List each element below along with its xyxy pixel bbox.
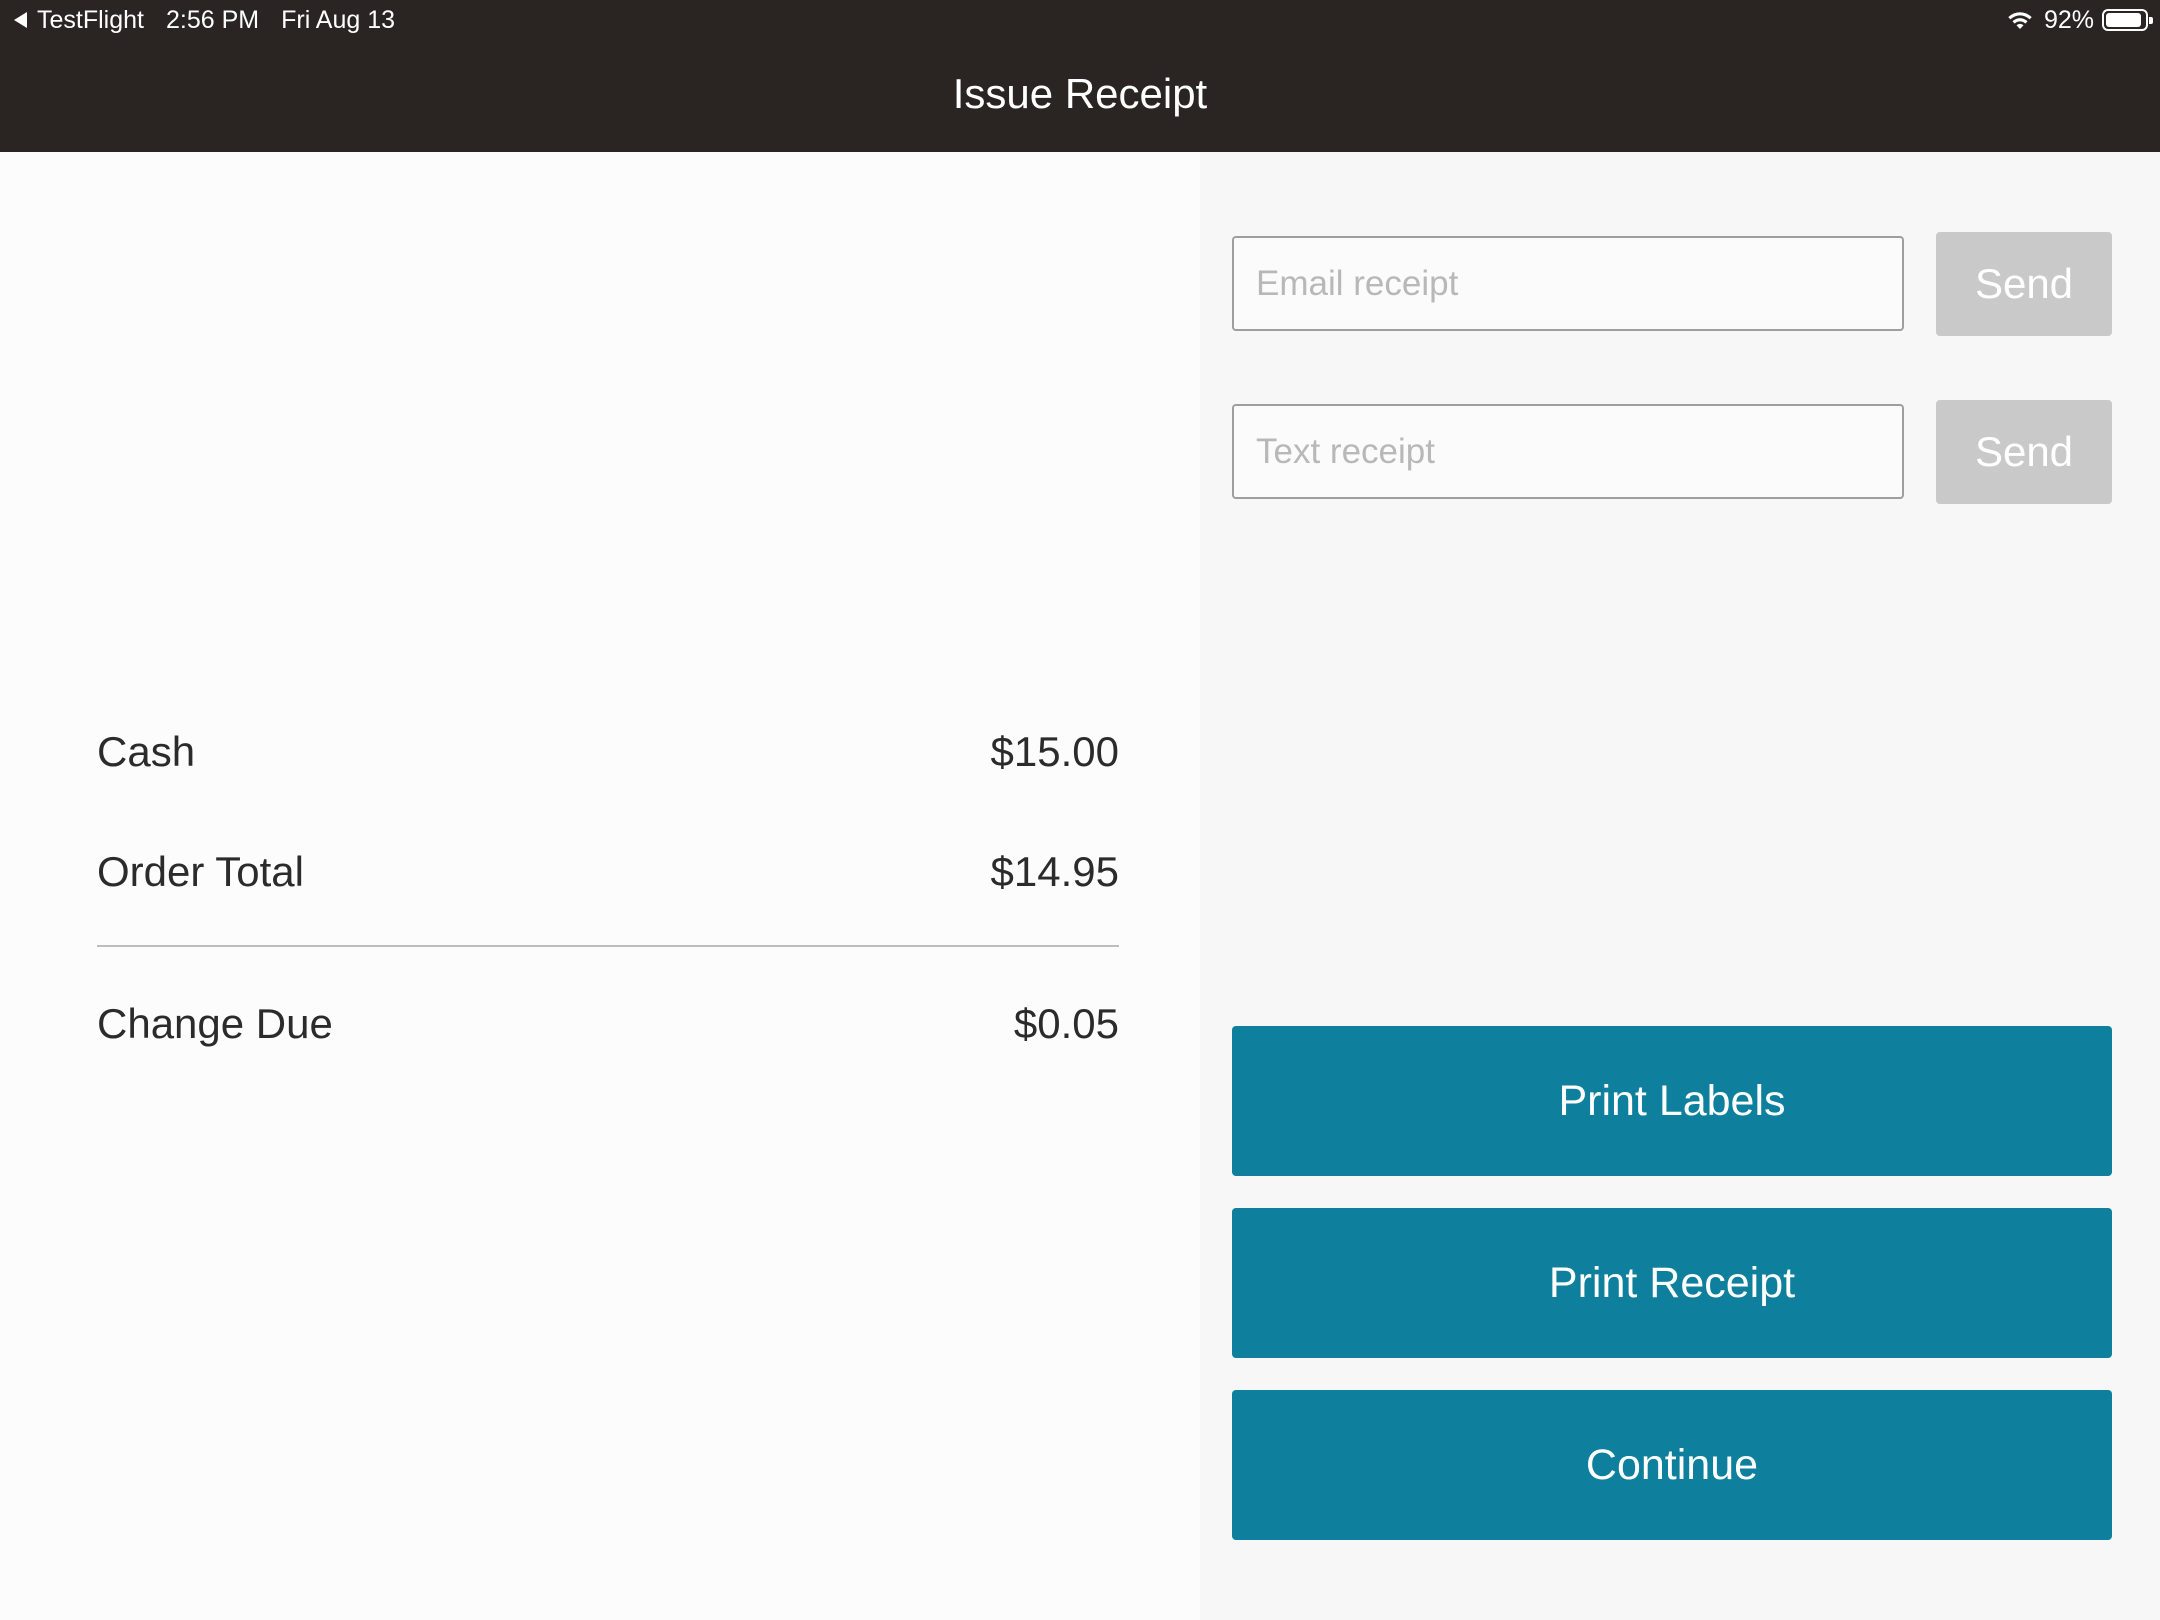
change-due-label: Change Due	[97, 1000, 333, 1047]
text-receipt-input[interactable]	[1232, 404, 1904, 499]
navigation-bar: TestFlight 2:56 PM Fri Aug 13 92% Issue …	[0, 0, 2160, 152]
battery-icon	[2102, 9, 2153, 31]
status-bar-left: TestFlight 2:56 PM Fri Aug 13	[14, 4, 395, 36]
cash-label: Cash	[97, 728, 196, 775]
payment-summary-panel: Cash $15.00 Order Total $14.95 Change Du…	[0, 152, 1200, 1620]
order-total-label: Order Total	[97, 848, 304, 895]
page-title: Issue Receipt	[952, 70, 1208, 117]
email-receipt-input[interactable]	[1232, 236, 1904, 331]
summary-divider	[97, 945, 1119, 947]
status-time: 2:56 PM	[165, 5, 260, 34]
wifi-icon	[2006, 9, 2034, 31]
send-email-button[interactable]: Send	[1936, 232, 2112, 336]
print-labels-button[interactable]: Print Labels	[1232, 1026, 2112, 1176]
cash-row: Cash $15.00	[97, 722, 1119, 782]
send-text-button[interactable]: Send	[1936, 400, 2112, 504]
order-total-row: Order Total $14.95	[97, 842, 1119, 902]
change-due-value: $0.05	[1013, 1000, 1119, 1047]
receipt-actions-panel: Send Send Print Labels Print Receipt Con…	[1200, 152, 2160, 1620]
battery-percentage: 92%	[2043, 5, 2094, 34]
battery-tip	[2149, 17, 2153, 24]
battery-level-fill	[2106, 13, 2141, 27]
print-receipt-button[interactable]: Print Receipt	[1232, 1208, 2112, 1358]
back-to-app-link[interactable]: TestFlight	[37, 6, 144, 35]
back-caret-icon[interactable]	[14, 12, 27, 28]
status-bar-right: 92%	[2006, 4, 2153, 36]
order-total-value: $14.95	[990, 848, 1119, 895]
change-due-row: Change Due $0.05	[97, 994, 1119, 1054]
continue-button[interactable]: Continue	[1232, 1390, 2112, 1540]
cash-value: $15.00	[990, 728, 1119, 775]
status-date: Fri Aug 13	[281, 5, 396, 34]
